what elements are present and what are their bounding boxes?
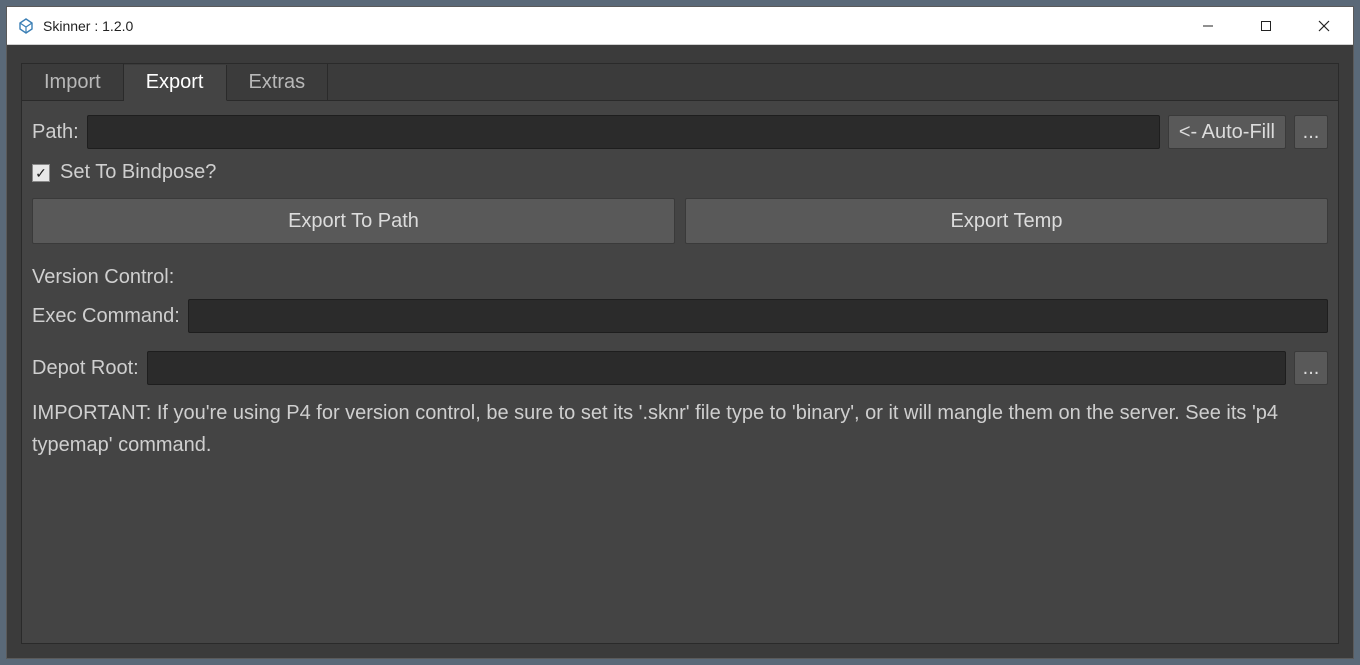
important-note: IMPORTANT: If you're using P4 for versio… <box>32 397 1328 461</box>
tab-extras[interactable]: Extras <box>227 64 329 100</box>
window-controls <box>1179 7 1353 44</box>
depot-root-row: Depot Root: ... <box>32 351 1328 385</box>
app-icon <box>17 17 35 35</box>
tab-export[interactable]: Export <box>124 65 227 101</box>
app-window: Skinner : 1.2.0 Import Export Extras <box>6 6 1354 659</box>
depot-browse-button[interactable]: ... <box>1294 351 1328 385</box>
exec-command-input[interactable] <box>188 299 1328 333</box>
path-label: Path: <box>32 121 79 144</box>
path-browse-button[interactable]: ... <box>1294 115 1328 149</box>
bindpose-label: Set To Bindpose? <box>60 161 216 184</box>
export-buttons-row: Export To Path Export Temp <box>32 198 1328 244</box>
tab-body-export: Path: <- Auto-Fill ... ✓ Set To Bindpose… <box>22 100 1338 643</box>
export-temp-button[interactable]: Export Temp <box>685 198 1328 244</box>
path-input[interactable] <box>87 115 1160 149</box>
path-row: Path: <- Auto-Fill ... <box>32 115 1328 149</box>
tab-bar: Import Export Extras <box>22 64 1338 100</box>
version-control-label: Version Control: <box>32 266 1328 289</box>
exec-command-row: Exec Command: <box>32 299 1328 333</box>
export-to-path-button[interactable]: Export To Path <box>32 198 675 244</box>
depot-root-label: Depot Root: <box>32 357 139 380</box>
tab-import[interactable]: Import <box>22 64 124 100</box>
depot-root-input[interactable] <box>147 351 1286 385</box>
minimize-button[interactable] <box>1179 7 1237 44</box>
window-title: Skinner : 1.2.0 <box>43 18 133 34</box>
main-panel: Import Export Extras Path: <- Auto-Fill … <box>21 63 1339 644</box>
content-area: Import Export Extras Path: <- Auto-Fill … <box>7 45 1353 658</box>
bindpose-row: ✓ Set To Bindpose? <box>32 161 1328 184</box>
exec-command-label: Exec Command: <box>32 305 180 328</box>
close-button[interactable] <box>1295 7 1353 44</box>
autofill-button[interactable]: <- Auto-Fill <box>1168 115 1286 149</box>
titlebar: Skinner : 1.2.0 <box>7 7 1353 45</box>
maximize-button[interactable] <box>1237 7 1295 44</box>
bindpose-checkbox[interactable]: ✓ <box>32 164 50 182</box>
